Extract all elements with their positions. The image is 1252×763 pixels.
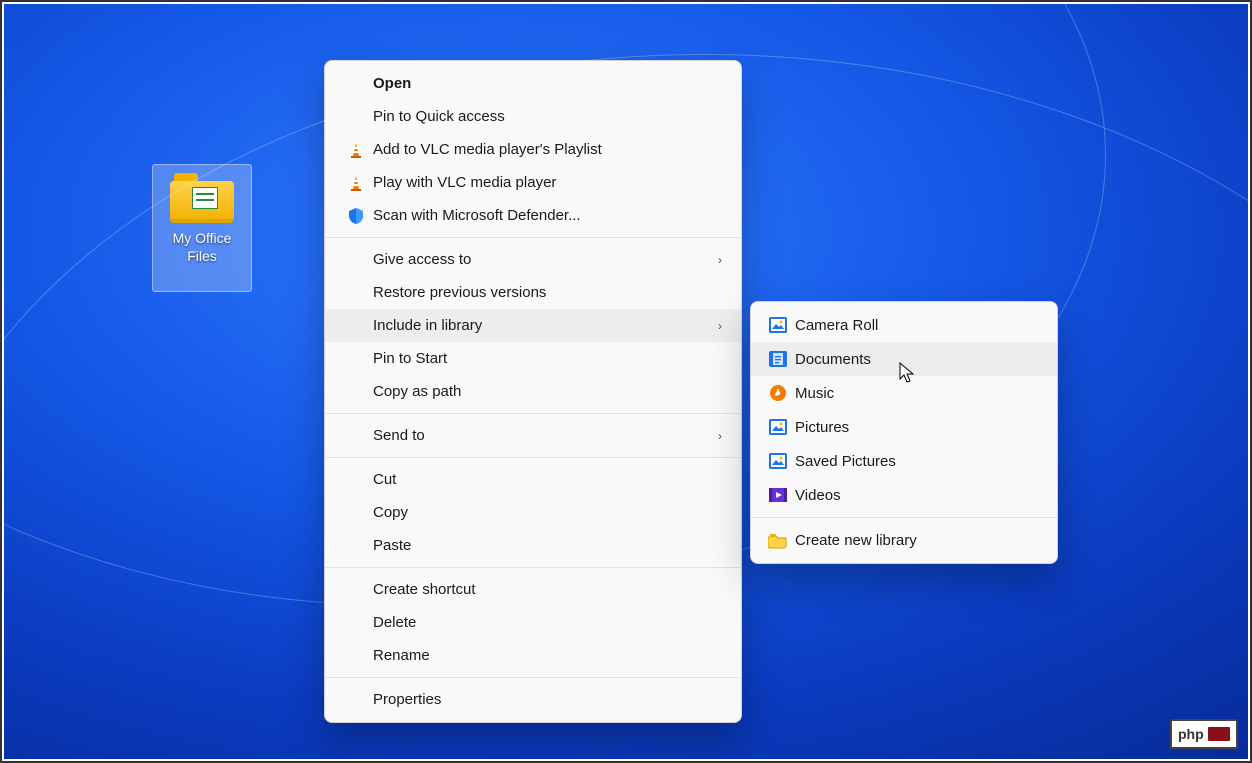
- blank-icon: [339, 468, 373, 492]
- menu-item-properties[interactable]: Properties: [325, 683, 741, 716]
- vlc-cone-icon: [339, 138, 373, 162]
- picture-library-icon: [761, 449, 795, 473]
- menu-item-label: Cut: [373, 471, 727, 488]
- menu-item-delete[interactable]: Delete: [325, 606, 741, 639]
- menu-item-vlc-play[interactable]: Play with VLC media player: [325, 166, 741, 199]
- menu-item-label: Pictures: [795, 419, 1043, 436]
- menu-item-label: Give access to: [373, 251, 713, 268]
- menu-item-label: Create shortcut: [373, 581, 727, 598]
- blank-icon: [339, 578, 373, 602]
- menu-item-label: Delete: [373, 614, 727, 631]
- document-library-icon: [761, 347, 795, 371]
- menu-item-copy-as-path[interactable]: Copy as path: [325, 375, 741, 408]
- menu-item-cut[interactable]: Cut: [325, 463, 741, 496]
- menu-item-copy[interactable]: Copy: [325, 496, 741, 529]
- context-menu: Open Pin to Quick access Add to VLC media …: [324, 60, 742, 723]
- menu-separator: [325, 457, 741, 458]
- menu-item-label: Open: [373, 75, 727, 92]
- menu-item-label: Include in library: [373, 317, 713, 334]
- menu-item-restore-previous[interactable]: Restore previous versions: [325, 276, 741, 309]
- menu-item-label: Add to VLC media player's Playlist: [373, 141, 727, 158]
- menu-item-include-in-library[interactable]: Include in library›: [325, 309, 741, 342]
- blank-icon: [339, 105, 373, 129]
- menu-separator: [325, 237, 741, 238]
- folder-glyph-icon: [170, 173, 234, 223]
- menu-item-label: Documents: [795, 351, 1043, 368]
- submenu-item-pictures[interactable]: Pictures: [751, 410, 1057, 444]
- watermark-text: php: [1178, 726, 1204, 742]
- menu-item-label: Copy: [373, 504, 727, 521]
- blank-icon: [339, 380, 373, 404]
- menu-item-rename[interactable]: Rename: [325, 639, 741, 672]
- menu-item-create-shortcut[interactable]: Create shortcut: [325, 573, 741, 606]
- menu-item-label: Scan with Microsoft Defender...: [373, 207, 727, 224]
- chevron-right-icon: ›: [713, 253, 727, 267]
- menu-item-label: Pin to Quick access: [373, 108, 727, 125]
- vlc-cone-icon: [339, 171, 373, 195]
- menu-item-label: Rename: [373, 647, 727, 664]
- menu-item-label: Properties: [373, 691, 727, 708]
- picture-library-icon: [761, 313, 795, 337]
- menu-item-pin-to-start[interactable]: Pin to Start: [325, 342, 741, 375]
- submenu-item-documents[interactable]: Documents: [751, 342, 1057, 376]
- blank-icon: [339, 534, 373, 558]
- watermark-badge: php: [1170, 719, 1238, 749]
- menu-item-label: Saved Pictures: [795, 453, 1043, 470]
- video-library-icon: [761, 483, 795, 507]
- menu-item-label: Restore previous versions: [373, 284, 727, 301]
- chevron-right-icon: ›: [713, 319, 727, 333]
- menu-item-label: Music: [795, 385, 1043, 402]
- desktop-background[interactable]: My Office Files Open Pin to Quick access A…: [4, 4, 1248, 759]
- new-library-folder-icon: [761, 528, 795, 552]
- menu-separator: [325, 413, 741, 414]
- submenu-item-camera-roll[interactable]: Camera Roll: [751, 308, 1057, 342]
- menu-item-paste[interactable]: Paste: [325, 529, 741, 562]
- menu-item-give-access-to[interactable]: Give access to›: [325, 243, 741, 276]
- blank-icon: [339, 72, 373, 96]
- blank-icon: [339, 281, 373, 305]
- desktop-folder-icon[interactable]: My Office Files: [152, 164, 252, 292]
- submenu-item-saved-pictures[interactable]: Saved Pictures: [751, 444, 1057, 478]
- blank-icon: [339, 248, 373, 272]
- menu-item-label: Create new library: [795, 532, 1043, 549]
- picture-library-icon: [761, 415, 795, 439]
- defender-shield-icon: [339, 204, 373, 228]
- menu-item-vlc-add-playlist[interactable]: Add to VLC media player's Playlist: [325, 133, 741, 166]
- chevron-right-icon: ›: [713, 429, 727, 443]
- menu-item-label: Videos: [795, 487, 1043, 504]
- menu-item-label: Camera Roll: [795, 317, 1043, 334]
- desktop-folder-label: My Office Files: [153, 229, 251, 265]
- blank-icon: [339, 424, 373, 448]
- submenu-item-videos[interactable]: Videos: [751, 478, 1057, 512]
- music-library-icon: [761, 381, 795, 405]
- blank-icon: [339, 501, 373, 525]
- blank-icon: [339, 688, 373, 712]
- menu-item-label: Paste: [373, 537, 727, 554]
- blank-icon: [339, 314, 373, 338]
- include-in-library-submenu: Camera Roll Documents Music Pictures Saved P…: [750, 301, 1058, 564]
- menu-item-pin-quick-access[interactable]: Pin to Quick access: [325, 100, 741, 133]
- blank-icon: [339, 611, 373, 635]
- blank-icon: [339, 347, 373, 371]
- mouse-cursor-icon: [899, 362, 917, 384]
- menu-item-open[interactable]: Open: [325, 67, 741, 100]
- menu-separator: [751, 517, 1057, 518]
- menu-separator: [325, 677, 741, 678]
- menu-item-label: Send to: [373, 427, 713, 444]
- menu-item-label: Play with VLC media player: [373, 174, 727, 191]
- menu-item-defender-scan[interactable]: Scan with Microsoft Defender...: [325, 199, 741, 232]
- menu-item-send-to[interactable]: Send to›: [325, 419, 741, 452]
- menu-separator: [325, 567, 741, 568]
- submenu-item-music[interactable]: Music: [751, 376, 1057, 410]
- submenu-item-create-new-library[interactable]: Create new library: [751, 523, 1057, 557]
- menu-item-label: Copy as path: [373, 383, 727, 400]
- blank-icon: [339, 644, 373, 668]
- menu-item-label: Pin to Start: [373, 350, 727, 367]
